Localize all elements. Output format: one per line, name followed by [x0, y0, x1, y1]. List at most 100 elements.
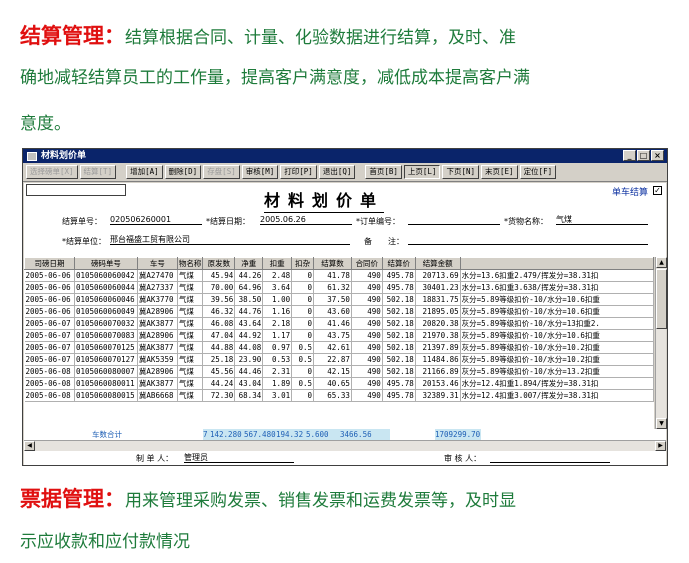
- table-cell[interactable]: 2005-06-06: [24, 269, 75, 282]
- column-header[interactable]: 结算数: [313, 257, 352, 270]
- settle-date-field[interactable]: 2005.06.26: [260, 214, 352, 225]
- table-cell[interactable]: 490: [351, 365, 383, 378]
- table-cell[interactable]: 21895.05: [415, 305, 461, 318]
- table-cell[interactable]: 0105060070083: [74, 329, 138, 342]
- table-cell[interactable]: 502.18: [382, 353, 416, 366]
- table-row[interactable]: 2005-06-08 0105060080007 冀A28906 气煤 45.56 44.…: [24, 365, 654, 378]
- goods-field[interactable]: 气煤: [556, 214, 648, 225]
- scroll-up-icon[interactable]: ▲: [656, 257, 667, 268]
- table-cell[interactable]: 490: [351, 329, 383, 342]
- table-cell[interactable]: 0105060060049: [74, 305, 138, 318]
- maker-field[interactable]: 管理员: [184, 452, 294, 463]
- table-row[interactable]: 2005-06-07 0105060070127 冀AK5359 气煤 25.18 23.…: [24, 353, 654, 366]
- table-cell[interactable]: 70.00: [202, 281, 236, 294]
- table-cell[interactable]: 21397.89: [415, 341, 461, 354]
- table-cell[interactable]: 45.94: [202, 269, 236, 282]
- last-page-button[interactable]: 末页[E]: [481, 165, 518, 179]
- table-cell[interactable]: 0105060060046: [74, 293, 138, 306]
- table-cell[interactable]: 0: [291, 269, 315, 282]
- table-cell[interactable]: 502.18: [382, 329, 416, 342]
- table-cell[interactable]: 气煤: [177, 341, 204, 354]
- table-cell[interactable]: 1.16: [262, 305, 293, 318]
- table-cell[interactable]: 2005-06-07: [24, 317, 75, 330]
- window-titlebar[interactable]: 材料划价单 _ □ ×: [23, 149, 667, 163]
- table-cell[interactable]: 气煤: [177, 281, 204, 294]
- table-cell[interactable]: 0: [291, 305, 315, 318]
- order-no-field[interactable]: [408, 214, 500, 225]
- table-cell[interactable]: 502.18: [382, 365, 416, 378]
- table-row[interactable]: 2005-06-07 0105060070032 冀AK3877 气煤 46.08 43.…: [24, 317, 654, 330]
- table-cell[interactable]: 2005-06-06: [24, 293, 75, 306]
- table-row[interactable]: 2005-06-06 0105060060042 冀A27470 气煤 45.94 44.…: [24, 269, 654, 282]
- table-cell[interactable]: 44.08: [234, 341, 264, 354]
- table-cell[interactable]: 38.50: [234, 293, 264, 306]
- table-row[interactable]: 2005-06-06 0105060060046 冀AK3770 气煤 39.56 38.…: [24, 293, 654, 306]
- table-row[interactable]: 2005-06-06 0105060060049 冀A28906 气煤 46.32 44.…: [24, 305, 654, 318]
- column-header[interactable]: 扣重: [262, 257, 293, 270]
- table-cell[interactable]: 2005-06-08: [24, 377, 75, 390]
- table-cell[interactable]: 气煤: [177, 293, 204, 306]
- table-cell[interactable]: 冀A27470: [137, 269, 178, 282]
- table-cell[interactable]: 502.18: [382, 293, 416, 306]
- table-cell[interactable]: 47.04: [202, 329, 236, 342]
- scroll-down-icon[interactable]: ▼: [656, 418, 667, 429]
- table-cell[interactable]: 490: [351, 389, 383, 402]
- table-cell[interactable]: 冀AK3877: [137, 317, 178, 330]
- table-cell[interactable]: 0105060060044: [74, 281, 138, 294]
- table-cell[interactable]: 11484.86: [415, 353, 461, 366]
- table-cell[interactable]: 68.34: [234, 389, 264, 402]
- table-row[interactable]: 2005-06-06 0105060060044 冀A27337 气煤 70.00 64.…: [24, 281, 654, 294]
- table-cell[interactable]: 灰分=5.89等级扣价-10/水分=10.6扣重: [460, 305, 654, 318]
- table-cell[interactable]: 灰分=5.89等级扣价-10/水分=13.2扣重: [460, 365, 654, 378]
- maximize-button[interactable]: □: [637, 150, 650, 161]
- table-cell[interactable]: 灰分=5.89等级扣价-10/水分=13扣重2.: [460, 317, 654, 330]
- table-cell[interactable]: 3.64: [262, 281, 293, 294]
- table-cell[interactable]: 495.78: [382, 377, 416, 390]
- table-cell[interactable]: 18831.75: [415, 293, 461, 306]
- table-cell[interactable]: 0: [291, 389, 315, 402]
- table-cell[interactable]: 气煤: [177, 317, 204, 330]
- table-cell[interactable]: 气煤: [177, 389, 204, 402]
- table-cell[interactable]: 冀AB6668: [137, 389, 178, 402]
- table-cell[interactable]: 40.65: [313, 377, 352, 390]
- table-cell[interactable]: 灰分=5.89等级扣价-10/水分=10.6扣重: [460, 293, 654, 306]
- table-cell[interactable]: 43.75: [313, 329, 352, 342]
- table-cell[interactable]: 490: [351, 305, 383, 318]
- table-cell[interactable]: 1.00: [262, 293, 293, 306]
- table-cell[interactable]: 30401.23: [415, 281, 461, 294]
- vertical-scrollbar[interactable]: ▲ ▼: [655, 257, 667, 429]
- column-header[interactable]: 磅码单号: [73, 257, 138, 270]
- table-cell[interactable]: 2005-06-07: [24, 353, 75, 366]
- table-cell[interactable]: 0105060080007: [74, 365, 138, 378]
- select-weigh-button[interactable]: 选择磅单[X]: [26, 165, 78, 179]
- table-cell[interactable]: 灰分=5.89等级扣价-10/水分=10.2扣重: [460, 341, 654, 354]
- table-cell[interactable]: 0105060080015: [74, 389, 138, 402]
- table-cell[interactable]: 44.76: [234, 305, 264, 318]
- table-cell[interactable]: 2.18: [262, 317, 293, 330]
- table-cell[interactable]: 46.32: [202, 305, 236, 318]
- table-cell[interactable]: 0: [291, 365, 315, 378]
- table-cell[interactable]: 502.18: [382, 317, 416, 330]
- table-cell[interactable]: 气煤: [177, 305, 204, 318]
- save-button[interactable]: 存盘[S]: [203, 165, 240, 179]
- table-cell[interactable]: 2.31: [262, 365, 293, 378]
- column-header[interactable]: 司磅日期: [24, 257, 75, 270]
- table-row[interactable]: 2005-06-07 0105060070083 冀A28906 气煤 47.04 44.…: [24, 329, 654, 342]
- add-button[interactable]: 增加[A]: [126, 165, 163, 179]
- table-cell[interactable]: 0: [291, 317, 315, 330]
- next-page-button[interactable]: 下页[N]: [442, 165, 480, 179]
- table-cell[interactable]: 2005-06-07: [24, 329, 75, 342]
- table-cell[interactable]: 65.33: [313, 389, 352, 402]
- minimize-button[interactable]: _: [623, 150, 636, 161]
- table-cell[interactable]: 0105060070125: [74, 341, 138, 354]
- table-cell[interactable]: 43.04: [234, 377, 264, 390]
- table-cell[interactable]: 1.17: [262, 329, 293, 342]
- table-cell[interactable]: 2005-06-07: [24, 341, 75, 354]
- table-cell[interactable]: 43.64: [234, 317, 264, 330]
- table-cell[interactable]: 502.18: [382, 305, 416, 318]
- column-header[interactable]: 物名称: [176, 257, 204, 270]
- vertical-scroll-thumb[interactable]: [656, 269, 667, 329]
- column-header[interactable]: 结算金额: [414, 257, 461, 270]
- exit-button[interactable]: 退出[Q]: [318, 165, 356, 179]
- review-button[interactable]: 审核[M]: [241, 165, 279, 179]
